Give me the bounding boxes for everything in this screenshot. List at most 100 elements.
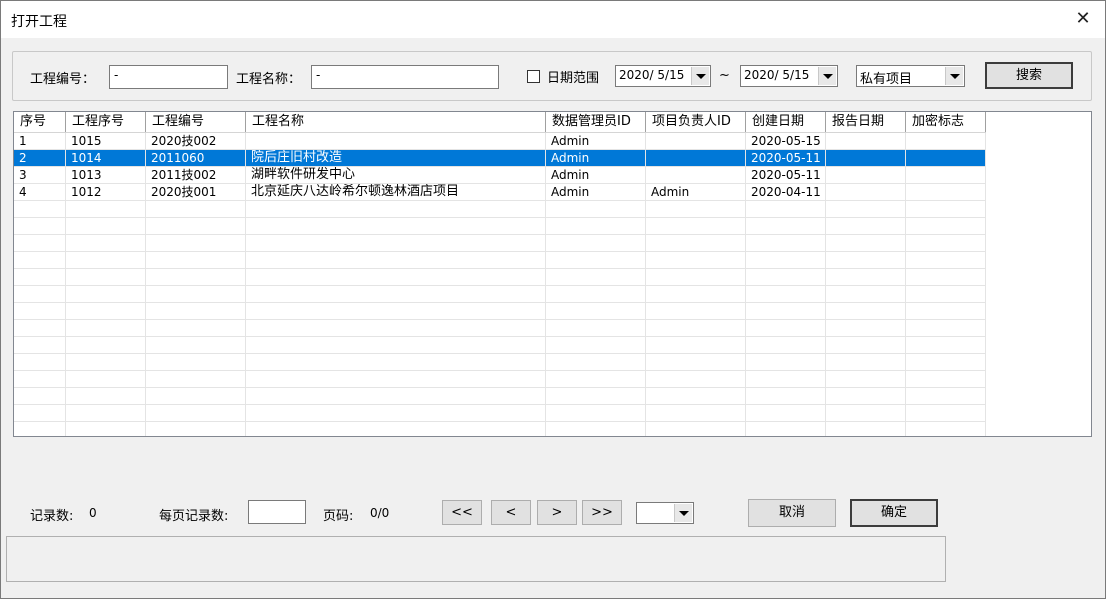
empty-row bbox=[14, 388, 1091, 405]
empty-cell bbox=[14, 320, 66, 337]
empty-cell bbox=[14, 354, 66, 371]
close-icon[interactable]: ✕ bbox=[1067, 5, 1099, 33]
column-header-project-seq[interactable]: 工程序号 bbox=[66, 112, 146, 132]
empty-row bbox=[14, 371, 1091, 388]
project-code-input[interactable]: - bbox=[109, 65, 228, 89]
column-header-created-date[interactable]: 创建日期 bbox=[746, 112, 826, 132]
empty-row bbox=[14, 303, 1091, 320]
empty-row bbox=[14, 405, 1091, 422]
empty-cell bbox=[746, 422, 826, 436]
empty-cell bbox=[646, 286, 746, 303]
column-header-manager-id[interactable]: 项目负责人ID bbox=[646, 112, 746, 132]
empty-cell bbox=[66, 405, 146, 422]
cell-created-date: 2020-05-11 bbox=[746, 167, 826, 184]
empty-cell bbox=[146, 422, 246, 436]
ok-button[interactable]: 确定 bbox=[850, 499, 938, 527]
empty-cell bbox=[66, 201, 146, 218]
empty-cell bbox=[14, 201, 66, 218]
empty-cell bbox=[14, 388, 66, 405]
cell-data-admin-id: Admin bbox=[546, 167, 646, 184]
table-row[interactable]: 4 1012 2020技001 北京延庆八达岭希尔顿逸林酒店项目 Admin Admin 2… bbox=[14, 184, 1091, 201]
empty-row bbox=[14, 201, 1091, 218]
prev-page-button[interactable]: < bbox=[491, 500, 531, 525]
column-header-project-code[interactable]: 工程编号 bbox=[146, 112, 246, 132]
cell-report-date bbox=[826, 133, 906, 150]
empty-cell bbox=[246, 235, 546, 252]
window-title: 打开工程 bbox=[11, 14, 67, 30]
empty-cell bbox=[646, 269, 746, 286]
empty-cell bbox=[66, 320, 146, 337]
empty-cell bbox=[146, 303, 246, 320]
page-select[interactable] bbox=[636, 502, 694, 524]
empty-cell bbox=[826, 337, 906, 354]
empty-cell bbox=[826, 201, 906, 218]
column-header-project-name[interactable]: 工程名称 bbox=[246, 112, 546, 132]
empty-cell bbox=[146, 286, 246, 303]
empty-cell bbox=[906, 218, 986, 235]
date-from-picker[interactable]: 2020/ 5/15 bbox=[615, 65, 711, 87]
column-header-report-date[interactable]: 报告日期 bbox=[826, 112, 906, 132]
first-page-button[interactable]: << bbox=[442, 500, 482, 525]
chevron-down-icon[interactable] bbox=[818, 67, 836, 85]
project-table: 序号 工程序号 工程编号 工程名称 数据管理员ID 项目负责人ID 创建日期 报告日期 加密标志… bbox=[13, 111, 1092, 437]
empty-cell bbox=[146, 371, 246, 388]
table-row[interactable]: 3 1013 2011技002 湖畔软件研发中心 Admin 2020-05-11 bbox=[14, 167, 1091, 184]
empty-row bbox=[14, 269, 1091, 286]
empty-cell bbox=[546, 252, 646, 269]
chevron-down-icon[interactable] bbox=[674, 504, 692, 522]
empty-cell bbox=[66, 252, 146, 269]
cell-data-admin-id: Admin bbox=[546, 133, 646, 150]
date-to-picker[interactable]: 2020/ 5/15 bbox=[740, 65, 838, 87]
cell-project-name bbox=[246, 133, 546, 150]
empty-cell bbox=[906, 269, 986, 286]
column-header-encrypt-flag[interactable]: 加密标志 bbox=[906, 112, 986, 132]
cell-project-seq: 1013 bbox=[66, 167, 146, 184]
chevron-down-icon[interactable] bbox=[691, 67, 709, 85]
empty-cell bbox=[746, 201, 826, 218]
cell-created-date: 2020-04-11 bbox=[746, 184, 826, 201]
cell-seq: 2 bbox=[14, 150, 66, 167]
date-range-label: 日期范围 bbox=[547, 71, 600, 86]
date-range-checkbox[interactable] bbox=[527, 70, 540, 83]
cancel-button[interactable]: 取消 bbox=[748, 499, 836, 527]
empty-cell bbox=[906, 235, 986, 252]
search-button[interactable]: 搜索 bbox=[985, 62, 1073, 89]
empty-cell bbox=[906, 337, 986, 354]
page-size-input[interactable] bbox=[248, 500, 306, 524]
empty-cell bbox=[66, 388, 146, 405]
cell-project-seq: 1014 bbox=[66, 150, 146, 167]
empty-cell bbox=[646, 371, 746, 388]
project-name-input[interactable]: - bbox=[311, 65, 499, 89]
next-page-button[interactable]: > bbox=[537, 500, 577, 525]
table-row[interactable]: 2 1014 2011060 院后庄旧村改造 Admin 2020-05-11 bbox=[14, 150, 1091, 167]
empty-cell bbox=[906, 303, 986, 320]
date-to-value: 2020/ 5/15 bbox=[744, 68, 810, 82]
empty-cell bbox=[246, 388, 546, 405]
empty-row bbox=[14, 286, 1091, 303]
empty-cell bbox=[906, 201, 986, 218]
empty-cell bbox=[546, 354, 646, 371]
chevron-down-icon[interactable] bbox=[945, 67, 963, 85]
page-size-label: 每页记录数: bbox=[159, 509, 229, 524]
empty-cell bbox=[246, 354, 546, 371]
column-header-data-admin-id[interactable]: 数据管理员ID bbox=[546, 112, 646, 132]
empty-cell bbox=[546, 235, 646, 252]
cell-report-date bbox=[826, 167, 906, 184]
empty-cell bbox=[66, 235, 146, 252]
empty-row bbox=[14, 235, 1091, 252]
table-row[interactable]: 1 1015 2020技002 Admin 2020-05-15 bbox=[14, 133, 1091, 150]
scope-select[interactable]: 私有项目 bbox=[856, 65, 965, 87]
empty-cell bbox=[546, 422, 646, 436]
empty-cell bbox=[826, 303, 906, 320]
empty-cell bbox=[246, 286, 546, 303]
empty-cell bbox=[746, 371, 826, 388]
empty-cell bbox=[746, 337, 826, 354]
project-name-label: 工程名称： bbox=[236, 72, 302, 87]
empty-cell bbox=[746, 252, 826, 269]
empty-cell bbox=[746, 235, 826, 252]
column-header-seq[interactable]: 序号 bbox=[14, 112, 66, 132]
empty-cell bbox=[246, 337, 546, 354]
date-from-value: 2020/ 5/15 bbox=[619, 68, 685, 82]
last-page-button[interactable]: >> bbox=[582, 500, 622, 525]
empty-cell bbox=[906, 286, 986, 303]
